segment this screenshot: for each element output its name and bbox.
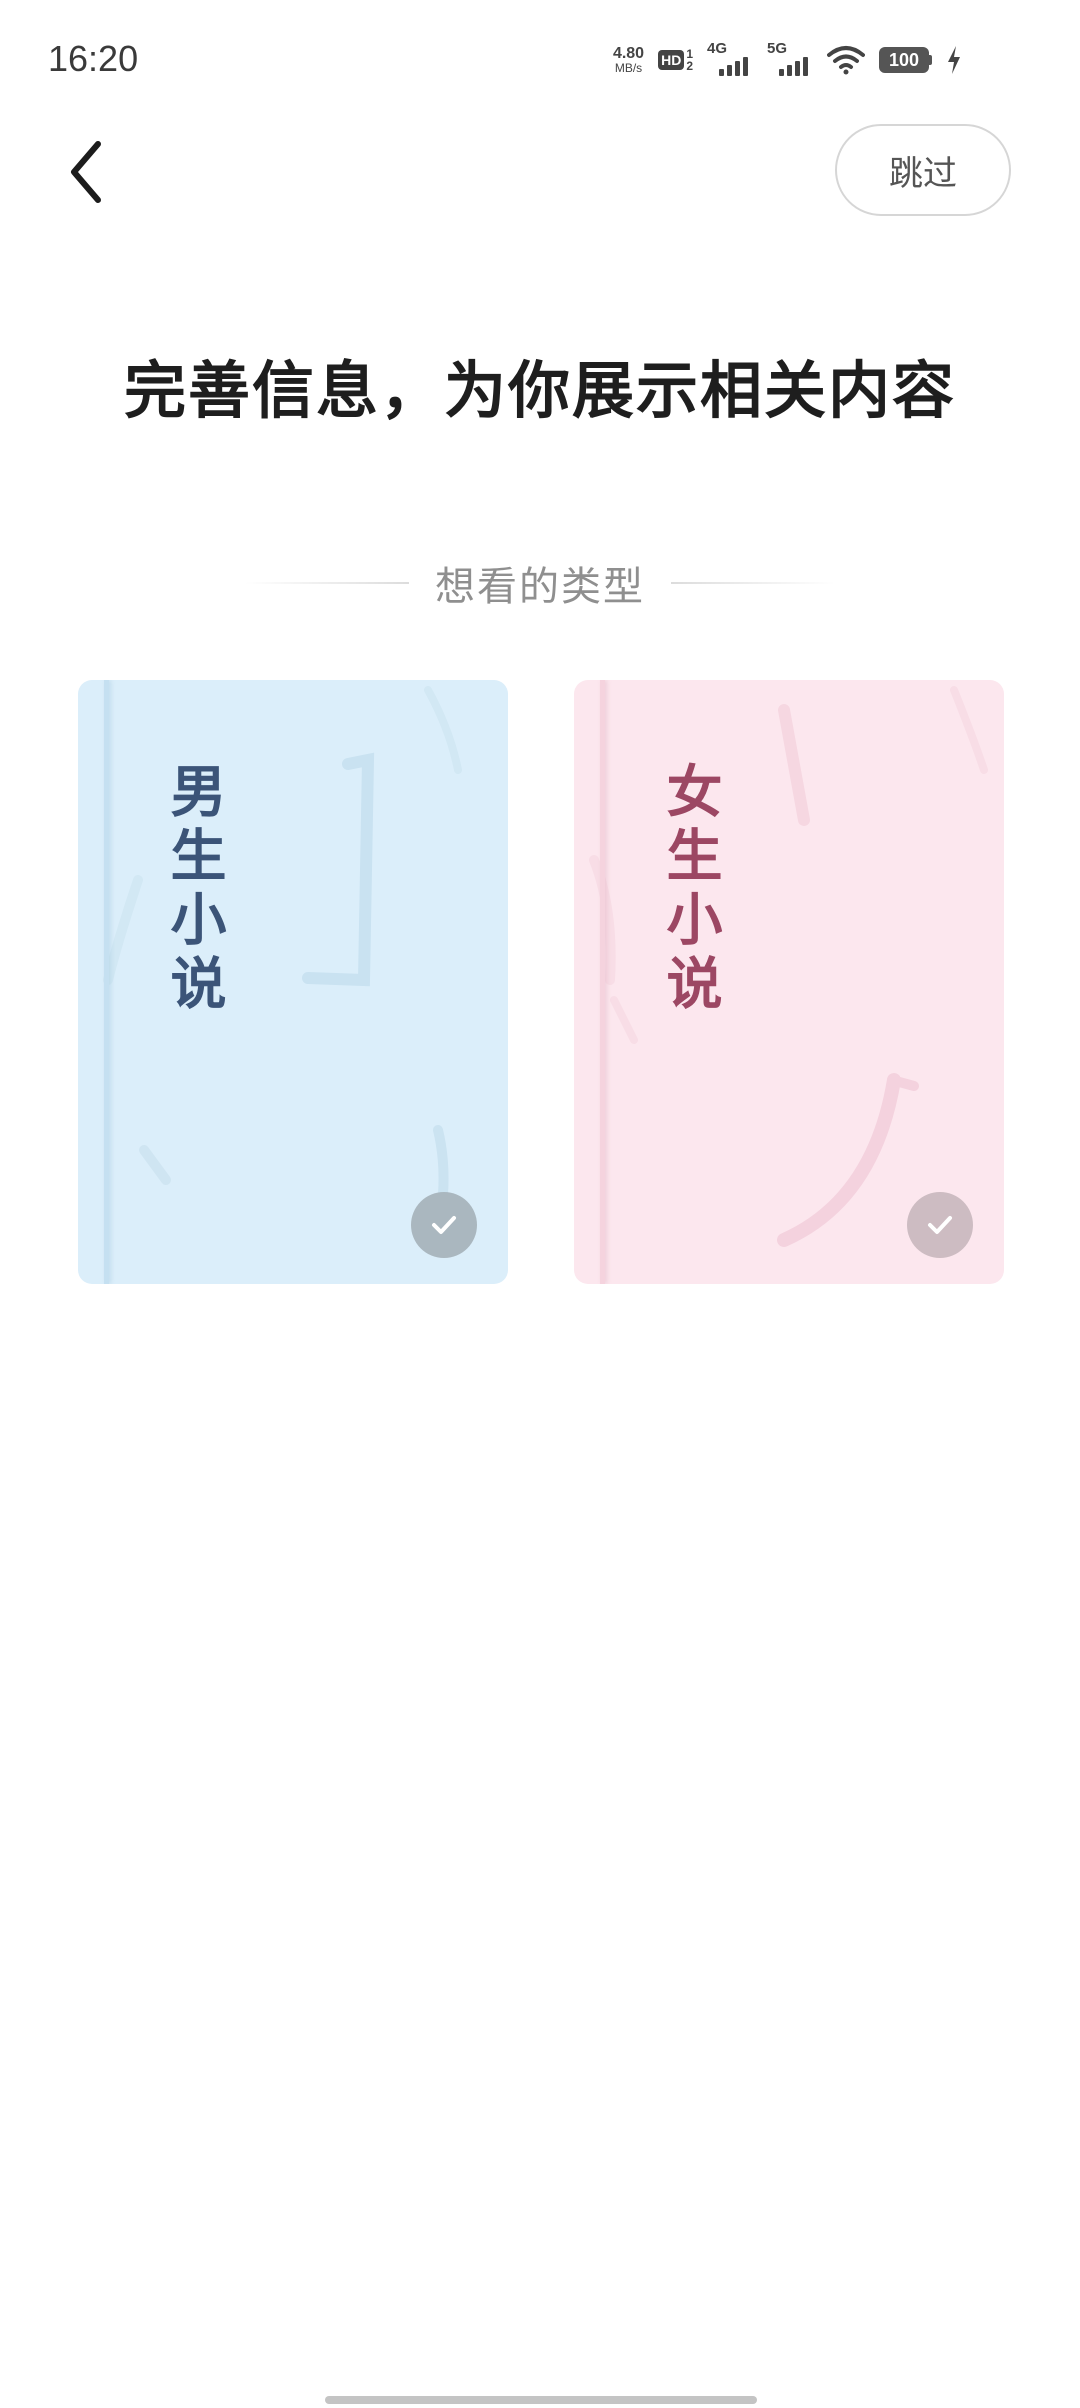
- app-screen: 16:20 4.80 MB/s HD 1 2 4G 5G 100 跳过 完善信息…: [0, 0, 1080, 2408]
- network-speed-unit: MB/s: [614, 61, 643, 75]
- network-speed-value: 4.80: [612, 45, 645, 62]
- charging-icon: [948, 46, 960, 74]
- back-button[interactable]: [60, 136, 120, 208]
- category-card-male-novels[interactable]: 男生小说: [78, 680, 508, 1284]
- section-title: 想看的类型: [435, 564, 645, 610]
- card-title: 女生小说: [657, 762, 723, 1018]
- divider-left: [245, 582, 409, 584]
- home-indicator[interactable]: [325, 2396, 757, 2404]
- hd-sim-bottom: 2: [686, 59, 693, 73]
- status-icons: 4.80 MB/s HD 1 2 4G 5G 100: [613, 40, 962, 80]
- signal-5g-icon: 5G: [767, 40, 813, 80]
- hd-label: HD: [658, 50, 685, 70]
- page-title: 完善信息，为你展示相关内容: [123, 354, 956, 427]
- wifi-icon: [827, 46, 865, 75]
- hd-voice-icon: HD 1 2: [658, 48, 693, 72]
- selected-badge: [411, 1192, 477, 1258]
- battery-icon: 100: [879, 47, 932, 73]
- skip-button[interactable]: 跳过: [835, 124, 1011, 216]
- signal-5g-label: 5G: [767, 40, 788, 57]
- status-bar: 16:20 4.80 MB/s HD 1 2 4G 5G 100: [0, 0, 1080, 120]
- card-title: 男生小说: [161, 762, 227, 1018]
- check-icon: [928, 1216, 952, 1234]
- status-time: 16:20: [48, 38, 139, 79]
- battery-level: 100: [879, 47, 929, 73]
- hd-sim-numbers: 1 2: [686, 48, 693, 72]
- section-header: 想看的类型: [0, 548, 1080, 618]
- selected-badge: [907, 1192, 973, 1258]
- check-icon: [432, 1216, 456, 1234]
- chevron-left-icon: [71, 141, 101, 203]
- category-card-female-novels[interactable]: 女生小说: [574, 680, 1004, 1284]
- signal-4g-icon: 4G: [707, 40, 753, 80]
- book-spine: [600, 680, 605, 1284]
- book-spine: [104, 680, 109, 1284]
- network-speed: 4.80 MB/s: [612, 45, 645, 75]
- divider-right: [671, 582, 835, 584]
- signal-4g-label: 4G: [707, 40, 728, 57]
